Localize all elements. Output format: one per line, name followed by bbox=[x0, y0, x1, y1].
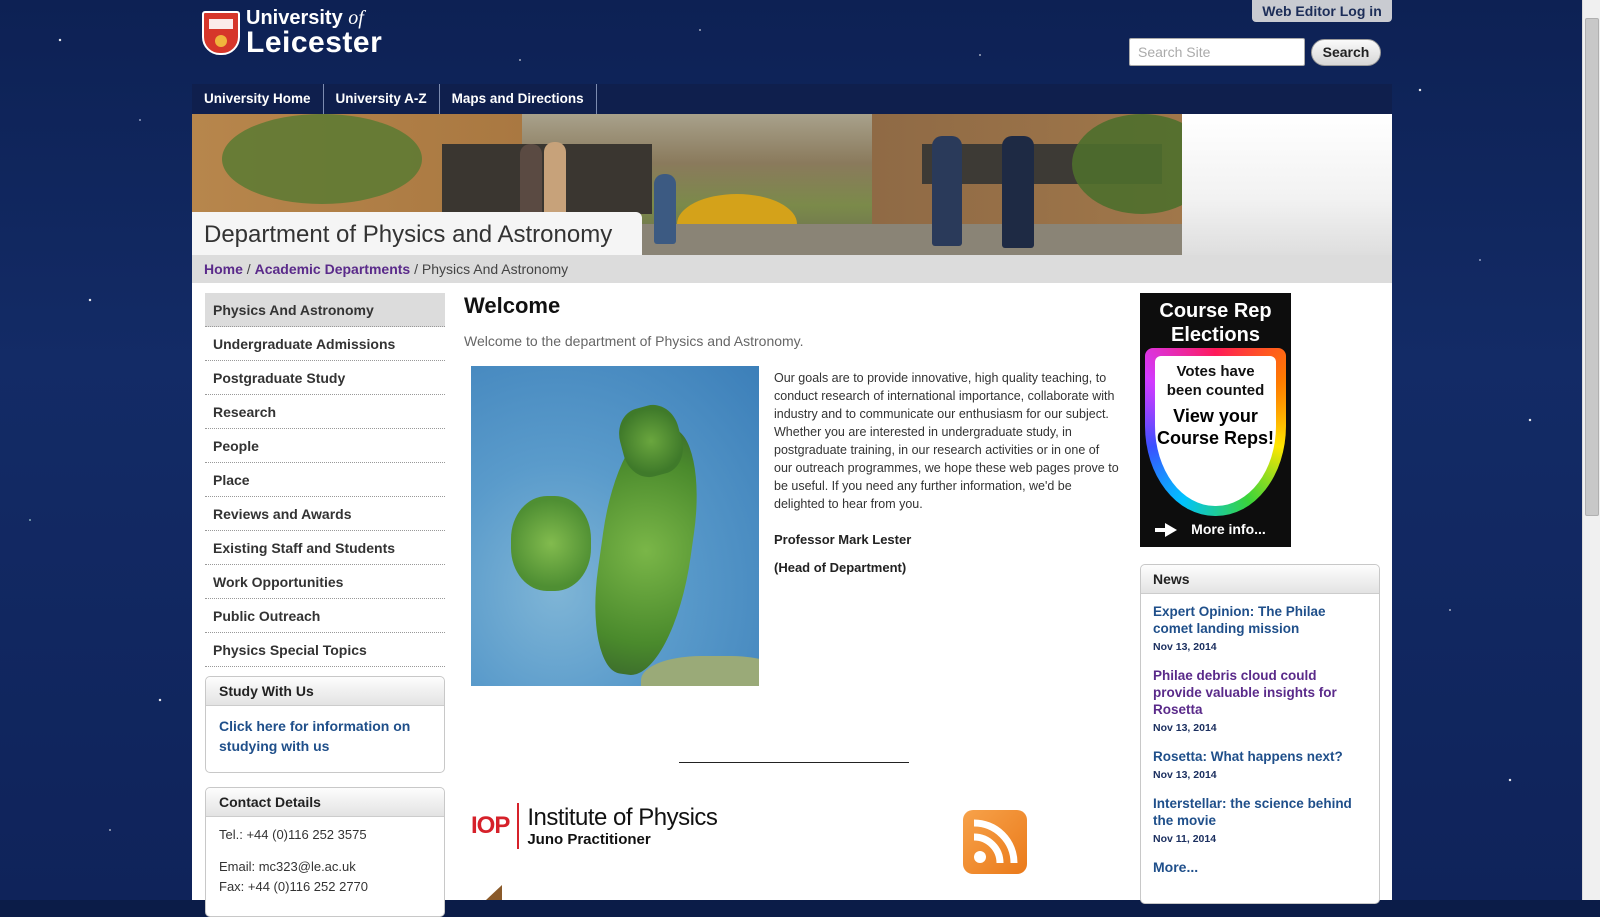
leftnav-existing-staff-students[interactable]: Existing Staff and Students bbox=[205, 531, 445, 565]
top-navigation: University Home University A-Z Maps and … bbox=[192, 84, 1392, 114]
ad-view-line1: View your bbox=[1173, 406, 1258, 426]
course-rep-elections-ad[interactable]: Course Rep Elections Votes have been cou… bbox=[1140, 293, 1291, 547]
signature-role: (Head of Department) bbox=[774, 560, 907, 575]
page-heading: Welcome bbox=[464, 293, 561, 318]
banner: Department of Physics and Astronomy bbox=[192, 114, 1392, 255]
topnav-university-az[interactable]: University A-Z bbox=[324, 84, 440, 114]
ad-heading-line2: Elections bbox=[1171, 324, 1260, 346]
study-with-us-link[interactable]: Click here for information on studying w… bbox=[206, 706, 444, 766]
leftnav-physics-and-astronomy[interactable]: Physics And Astronomy bbox=[205, 293, 445, 327]
iop-sub: Juno Practitioner bbox=[527, 830, 651, 848]
ad-votes-line2: been counted bbox=[1166, 382, 1265, 399]
welcome-body-text: Our goals are to provide innovative, hig… bbox=[774, 371, 1119, 511]
arrow-right-icon bbox=[1155, 523, 1178, 538]
leftnav-work-opportunities[interactable]: Work Opportunities bbox=[205, 565, 445, 599]
partial-logo-icon bbox=[486, 885, 502, 900]
news-item: Philae debris cloud could provide valuab… bbox=[1141, 667, 1379, 734]
news-item-date: Nov 13, 2014 bbox=[1153, 641, 1217, 653]
breadcrumb-academic-departments[interactable]: Academic Departments bbox=[255, 261, 411, 277]
ad-votes-line1: Votes have bbox=[1176, 363, 1255, 380]
news-item-title[interactable]: Interstellar: the science behind the mov… bbox=[1153, 795, 1367, 829]
iop-juno-logo[interactable]: IOP Institute of Physics Juno Practition… bbox=[471, 803, 718, 849]
scrollbar-thumb[interactable] bbox=[1585, 18, 1599, 516]
news-item-title[interactable]: Philae debris cloud could provide valuab… bbox=[1153, 667, 1367, 718]
leftnav-place[interactable]: Place bbox=[205, 463, 445, 497]
crest-icon bbox=[202, 11, 240, 55]
news-more-link[interactable]: More... bbox=[1141, 859, 1379, 875]
contact-details-title: Contact Details bbox=[206, 788, 444, 817]
intro-text: Welcome to the department of Physics and… bbox=[464, 333, 804, 349]
leftnav-undergraduate-admissions[interactable]: Undergraduate Admissions bbox=[205, 327, 445, 361]
uk-satellite-map-image bbox=[471, 366, 759, 686]
rss-feed-icon[interactable] bbox=[963, 810, 1027, 874]
page-container: University of Leicester Web Editor Log i… bbox=[192, 0, 1392, 917]
news-item-date: Nov 11, 2014 bbox=[1153, 833, 1217, 845]
study-with-us-box: Study With Us Click here for information… bbox=[205, 676, 445, 773]
news-item: Rosetta: What happens next? Nov 13, 2014 bbox=[1141, 748, 1379, 781]
leftnav-physics-special-topics[interactable]: Physics Special Topics bbox=[205, 633, 445, 667]
news-item-title[interactable]: Expert Opinion: The Philae comet landing… bbox=[1153, 603, 1367, 637]
leftnav-research[interactable]: Research bbox=[205, 395, 445, 429]
news-item: Expert Opinion: The Philae comet landing… bbox=[1141, 603, 1379, 653]
web-editor-login-button[interactable]: Web Editor Log in bbox=[1252, 0, 1392, 22]
news-title: News bbox=[1141, 565, 1379, 594]
news-item: Interstellar: the science behind the mov… bbox=[1141, 795, 1379, 845]
rainbow-shield-icon: Votes have been counted View your Course… bbox=[1145, 348, 1286, 516]
study-with-us-title: Study With Us bbox=[206, 677, 444, 706]
contact-tel: Tel.: +44 (0)116 252 3575 bbox=[219, 827, 367, 842]
logo-line2: Leicester bbox=[246, 26, 383, 59]
breadcrumb-home[interactable]: Home bbox=[204, 261, 243, 277]
ad-view-line2: Course Reps! bbox=[1156, 428, 1275, 448]
ad-heading-line1: Course Rep bbox=[1159, 300, 1272, 322]
search-input[interactable]: Search Site bbox=[1129, 38, 1305, 66]
contact-email[interactable]: Email: mc323@le.ac.uk bbox=[206, 857, 444, 877]
topnav-maps-directions[interactable]: Maps and Directions bbox=[440, 84, 597, 114]
news-item-title[interactable]: Rosetta: What happens next? bbox=[1153, 748, 1367, 765]
breadcrumb: Home / Academic Departments / Physics An… bbox=[192, 255, 1392, 283]
leftnav-people[interactable]: People bbox=[205, 429, 445, 463]
news-box: News Expert Opinion: The Philae comet la… bbox=[1140, 564, 1380, 904]
contact-fax: Fax: +44 (0)116 252 2770 bbox=[219, 879, 369, 894]
news-item-date: Nov 13, 2014 bbox=[1153, 722, 1217, 734]
ad-more-info[interactable]: More info... bbox=[1140, 511, 1291, 547]
contact-details-box: Contact Details Tel.: +44 (0)116 252 357… bbox=[205, 787, 445, 917]
leftnav-reviews-and-awards[interactable]: Reviews and Awards bbox=[205, 497, 445, 531]
divider bbox=[679, 762, 909, 763]
vertical-scrollbar[interactable] bbox=[1582, 0, 1600, 900]
iop-name: Institute of Physics bbox=[527, 803, 718, 831]
university-logo[interactable]: University of Leicester bbox=[202, 8, 382, 58]
iop-mark: IOP bbox=[471, 812, 510, 839]
search-button[interactable]: Search bbox=[1311, 39, 1381, 66]
signature-name: Professor Mark Lester bbox=[774, 532, 912, 547]
content-area: Physics And Astronomy Undergraduate Admi… bbox=[192, 283, 1392, 917]
department-title: Department of Physics and Astronomy bbox=[192, 212, 642, 255]
breadcrumb-current: Physics And Astronomy bbox=[421, 261, 569, 277]
leftnav-public-outreach[interactable]: Public Outreach bbox=[205, 599, 445, 633]
topnav-university-home[interactable]: University Home bbox=[192, 84, 324, 114]
news-item-date: Nov 13, 2014 bbox=[1153, 769, 1217, 781]
left-navigation: Physics And Astronomy Undergraduate Admi… bbox=[205, 293, 445, 667]
leftnav-postgraduate-study[interactable]: Postgraduate Study bbox=[205, 361, 445, 395]
